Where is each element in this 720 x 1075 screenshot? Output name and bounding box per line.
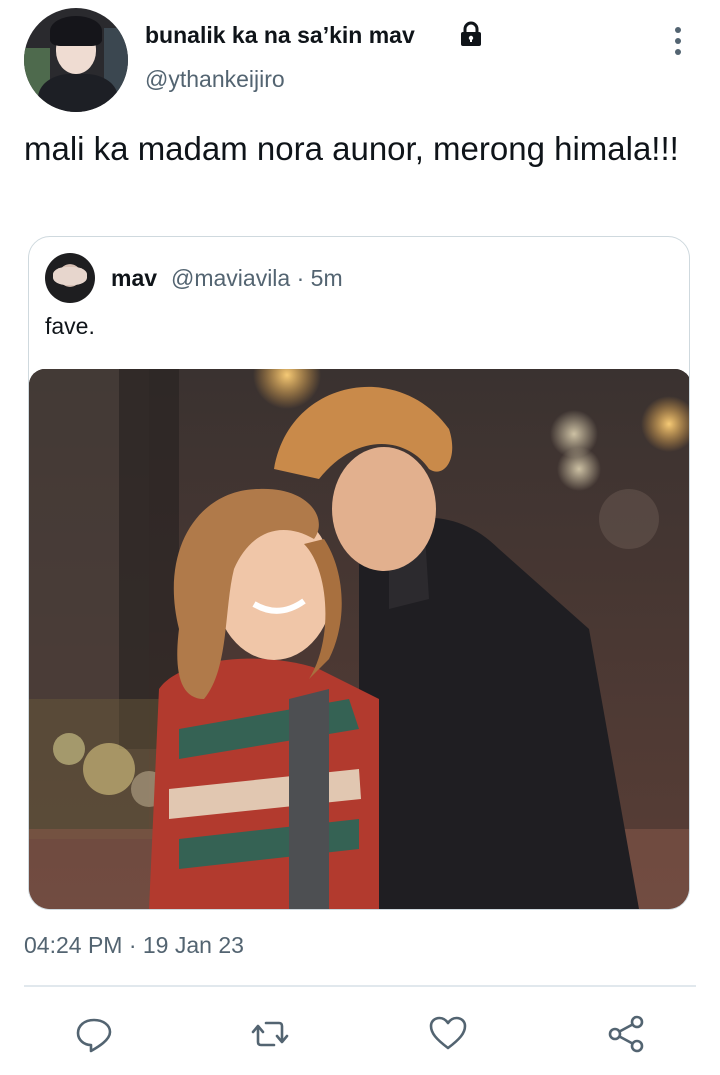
share-button[interactable] — [606, 1014, 646, 1054]
quoted-author-name: mav — [111, 265, 158, 291]
tweet-text: mali ka madam nora aunor, merong himala!… — [24, 130, 679, 167]
reply-icon — [76, 1018, 112, 1053]
divider — [24, 985, 696, 987]
lock-icon — [461, 21, 481, 46]
author-avatar[interactable] — [24, 8, 128, 112]
author-display-name[interactable]: bunalik ka na sa’kin mav — [145, 22, 415, 49]
more-options-icon[interactable] — [664, 24, 692, 58]
reply-button[interactable] — [74, 1014, 114, 1054]
share-icon — [608, 1015, 644, 1053]
author-handle[interactable]: @ythankeijiro — [145, 66, 285, 93]
quoted-author-avatar — [45, 253, 95, 303]
heart-icon — [429, 1016, 467, 1050]
retweet-icon — [251, 1021, 289, 1047]
retweet-button[interactable] — [250, 1014, 290, 1054]
photo-illustration — [29, 369, 689, 909]
tweet-timestamp[interactable]: 04:24 PM · 19 Jan 23 — [24, 932, 244, 959]
quoted-tweet-photo[interactable] — [29, 369, 689, 909]
quoted-tweet-card[interactable]: mav @maviavila · 5m fave. — [28, 236, 690, 910]
quoted-tweet-text: fave. — [45, 313, 95, 339]
quoted-author-meta: @maviavila · 5m — [171, 265, 343, 291]
like-button[interactable] — [428, 1014, 468, 1054]
